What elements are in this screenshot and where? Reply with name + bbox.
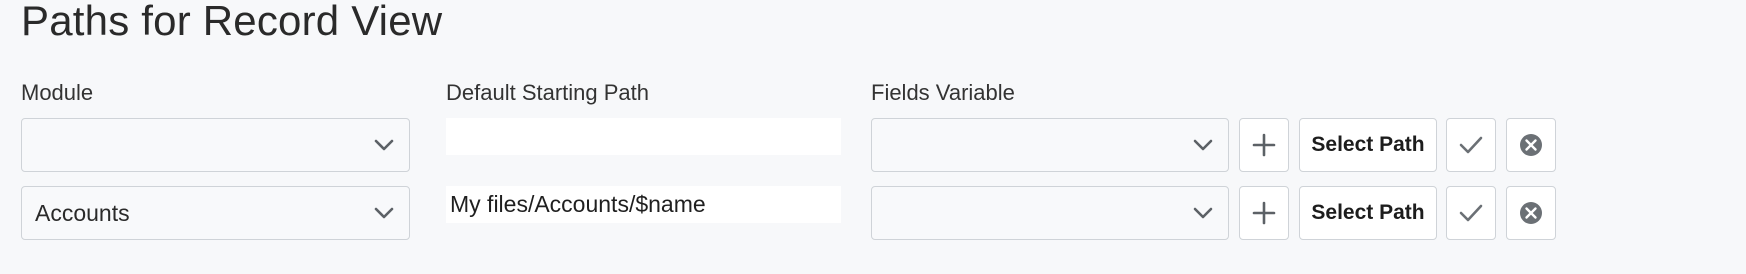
remove-button[interactable]: [1506, 186, 1556, 240]
chevron-down-icon: [374, 139, 394, 151]
fields-variable-column-label: Fields Variable: [871, 80, 1015, 105]
add-field-button[interactable]: [1239, 186, 1289, 240]
select-path-button[interactable]: Select Path: [1299, 186, 1437, 240]
default-path-input[interactable]: [446, 118, 841, 155]
fields-variable-select[interactable]: [871, 118, 1229, 172]
module-select[interactable]: Accounts: [21, 186, 410, 240]
default-path-input[interactable]: My files/Accounts/$name: [446, 186, 841, 223]
module-select-value: Accounts: [35, 199, 130, 226]
confirm-button[interactable]: [1446, 186, 1496, 240]
check-icon: [1459, 204, 1483, 222]
select-path-button[interactable]: Select Path: [1299, 118, 1437, 172]
plus-icon: [1252, 201, 1276, 225]
close-circle-icon: [1520, 202, 1542, 224]
page-title: Paths for Record View: [21, 0, 443, 44]
plus-icon: [1252, 133, 1276, 157]
close-circle-icon: [1520, 134, 1542, 156]
remove-button[interactable]: [1506, 118, 1556, 172]
check-icon: [1459, 136, 1483, 154]
confirm-button[interactable]: [1446, 118, 1496, 172]
fields-variable-select[interactable]: [871, 186, 1229, 240]
chevron-down-icon: [1193, 139, 1213, 151]
chevron-down-icon: [1193, 207, 1213, 219]
add-field-button[interactable]: [1239, 118, 1289, 172]
default-path-column-label: Default Starting Path: [446, 80, 650, 105]
module-select[interactable]: [21, 118, 410, 172]
chevron-down-icon: [374, 207, 394, 219]
module-column-label: Module: [21, 80, 94, 105]
